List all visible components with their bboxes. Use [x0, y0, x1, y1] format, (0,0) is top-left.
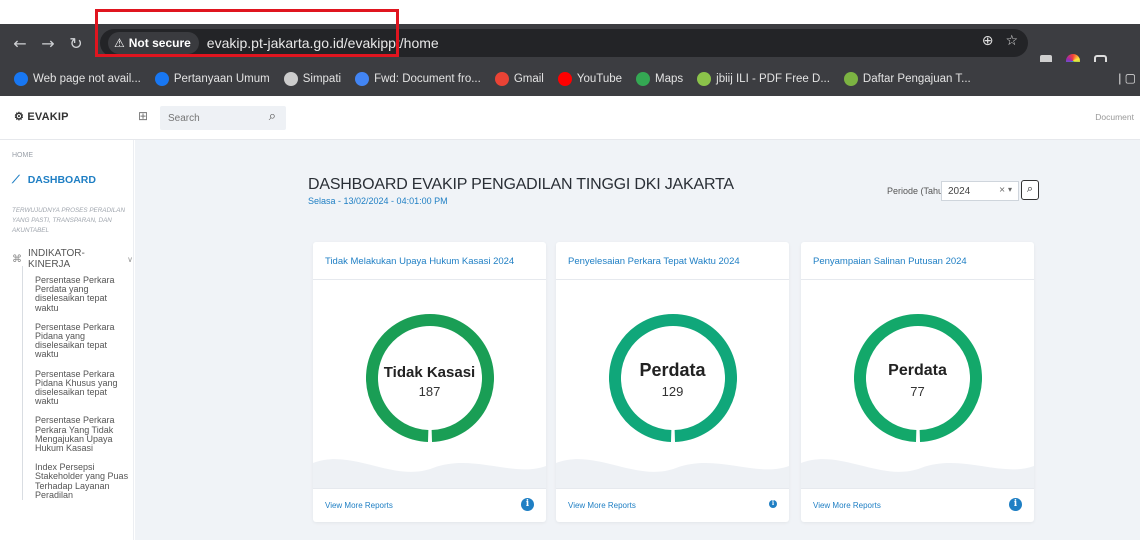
- bookmark-item[interactable]: Daftar Pengajuan T...: [843, 72, 971, 86]
- bookmark-label: Fwd: Document fro...: [374, 73, 481, 85]
- search-box: ⌕: [160, 106, 286, 130]
- bookmark-favicon-icon: [697, 72, 712, 86]
- sidebar-subitem[interactable]: Persentase Perkara Pidana Khusus yang di…: [23, 369, 132, 407]
- card-chart: Perdata 77: [801, 280, 1034, 488]
- report-card: Tidak Melakukan Upaya Hukum Kasasi 2024 …: [313, 242, 546, 522]
- card-title: Penyelesaian Perkara Tepat Waktu 2024: [556, 242, 789, 280]
- bookmark-label: jbiij ILI - PDF Free D...: [716, 73, 830, 85]
- warning-icon: ⚠: [114, 36, 125, 50]
- sidebar-submenu: Persentase Perkara Perdata yang diselesa…: [22, 266, 132, 501]
- bookmark-item[interactable]: Fwd: Document fro...: [355, 72, 481, 86]
- donut-center-value: 77: [910, 384, 925, 399]
- bookmark-favicon-icon: [557, 72, 572, 86]
- donut-center-value: 187: [418, 384, 441, 399]
- card-title: Tidak Melakukan Upaya Hukum Kasasi 2024: [313, 242, 546, 280]
- url-text[interactable]: evakip.pt-jakarta.go.id/evakippt/home: [207, 35, 439, 51]
- bookmark-label: Gmail: [513, 73, 544, 85]
- sidebar-subitem[interactable]: Persentase Perkara Perdata yang diselesa…: [23, 275, 132, 313]
- sidebar-item-dashboard[interactable]: ⟋ DASHBOARD: [12, 173, 96, 187]
- top-strip: [0, 0, 1140, 24]
- view-more-link[interactable]: View More Reports: [325, 501, 393, 510]
- sidebar-subitem[interactable]: Persentase Perkara Perkara Yang Tidak Me…: [23, 416, 132, 453]
- star-icon[interactable]: ☆: [1005, 33, 1018, 49]
- card-title: Penyampaian Salinan Putusan 2024: [801, 242, 1034, 280]
- info-icon[interactable]: i: [1009, 498, 1022, 511]
- bookmark-item[interactable]: Gmail: [494, 72, 544, 86]
- bookmark-label: Web page not avail...: [33, 73, 141, 85]
- bookmark-favicon-icon: [154, 72, 169, 86]
- sidebar-subitem[interactable]: Persentase Perkara Pidana yang diselesai…: [23, 322, 132, 360]
- all-bookmarks-icon[interactable]: | ▢: [1118, 71, 1136, 85]
- search-icon[interactable]: ⌕: [269, 109, 276, 124]
- sidebar-item-label: DASHBOARD: [27, 174, 96, 186]
- info-icon[interactable]: i: [769, 500, 777, 508]
- zoom-icon[interactable]: ⊕: [982, 33, 994, 49]
- bookmarks-bar: Web page not avail... Pertanyaan Umum Simp…: [0, 62, 1140, 96]
- search-input[interactable]: [168, 112, 264, 124]
- chart-line-icon: ⟋: [12, 173, 20, 186]
- page-title: DASHBOARD EVAKIP PENGADILAN TINGGI DKI J…: [308, 176, 734, 193]
- bookmark-favicon-icon: [636, 72, 651, 86]
- card-footer: View More Reports i: [556, 488, 789, 522]
- bookmark-item[interactable]: jbiij ILI - PDF Free D...: [697, 72, 830, 86]
- bookmark-favicon-icon: [355, 72, 370, 86]
- report-card: Penyelesaian Perkara Tepat Waktu 2024 Pe…: [556, 242, 789, 522]
- bookmark-favicon-icon: [283, 72, 298, 86]
- periode-value: 2024: [948, 185, 971, 197]
- sidebar: HOME ⟋ DASHBOARD TERWUJUDNYA PROSES PERA…: [0, 140, 134, 540]
- bookmark-label: Maps: [655, 73, 684, 85]
- bookmark-item[interactable]: Simpati: [283, 72, 342, 86]
- bookmark-label: YouTube: [576, 73, 623, 85]
- bookmark-favicon-icon: [494, 72, 509, 86]
- bookmark-item[interactable]: Maps: [636, 72, 683, 86]
- sidebar-subitem[interactable]: Index Persepsi Stakeholder yang Puas Ter…: [23, 463, 132, 500]
- bookmark-item[interactable]: YouTube: [557, 72, 623, 86]
- card-chart: Perdata 129: [556, 280, 789, 488]
- bookmark-label: Daftar Pengajuan T...: [862, 73, 971, 85]
- periode-select[interactable]: 2024 × ▾: [941, 181, 1019, 201]
- search-icon: ⌕: [1026, 182, 1034, 195]
- clear-chevron-icon[interactable]: × ▾: [999, 185, 1012, 194]
- donut-center-label: Perdata: [888, 362, 947, 379]
- bookmark-item[interactable]: Pertanyaan Umum: [154, 72, 270, 86]
- donut-center-label: Perdata: [639, 360, 706, 380]
- bookmark-favicon-icon: [843, 72, 858, 86]
- browser-toolbar: ← → ↻ ⚠ Not secure evakip.pt-jakarta.go.…: [0, 24, 1140, 68]
- view-more-link[interactable]: View More Reports: [568, 501, 636, 510]
- card-chart: Tidak Kasasi 187: [313, 280, 546, 488]
- bookmark-label: Simpati: [302, 73, 342, 85]
- sidebar-home-label: HOME: [12, 152, 33, 159]
- bookmark-label: Pertanyaan Umum: [173, 73, 270, 85]
- card-footer: View More Reports i: [801, 488, 1034, 522]
- security-chip[interactable]: ⚠ Not secure: [108, 32, 199, 54]
- security-label: Not secure: [128, 36, 191, 50]
- bookmark-favicon-icon: [14, 72, 28, 86]
- info-icon[interactable]: i: [521, 498, 534, 511]
- app-logo[interactable]: ⚙ EVAKIP: [14, 110, 69, 123]
- report-card: Penyampaian Salinan Putusan 2024 Perdata…: [801, 242, 1034, 522]
- reload-icon[interactable]: ↻: [62, 34, 90, 53]
- view-more-link[interactable]: View More Reports: [813, 501, 881, 510]
- donut-center-label: Tidak Kasasi: [383, 364, 476, 381]
- app-header: ⚙ EVAKIP ⊞ ⌕ Document: [0, 96, 1140, 140]
- page-datetime: Selasa - 13/02/2024 - 04:01:00 PM: [308, 196, 448, 206]
- sidebar-section-title: TERWUJUDNYA PROSES PERADILAN YANG PASTI,…: [12, 207, 126, 234]
- chevron-down-icon: ∨: [127, 254, 133, 264]
- back-icon[interactable]: ←: [6, 34, 34, 53]
- grid-menu-icon[interactable]: ⊞: [138, 109, 148, 123]
- share-icon: ⌘: [12, 253, 22, 265]
- bookmark-item[interactable]: Web page not avail...: [14, 72, 141, 86]
- periode-search-button[interactable]: ⌕: [1021, 180, 1039, 200]
- address-bar[interactable]: ⚠ Not secure evakip.pt-jakarta.go.id/eva…: [100, 29, 1028, 57]
- donut-center-value: 129: [661, 384, 684, 399]
- forward-icon[interactable]: →: [34, 34, 62, 53]
- main-content: DASHBOARD EVAKIP PENGADILAN TINGGI DKI J…: [135, 140, 1140, 540]
- document-link[interactable]: Document: [1095, 112, 1134, 122]
- card-footer: View More Reports i: [313, 488, 546, 522]
